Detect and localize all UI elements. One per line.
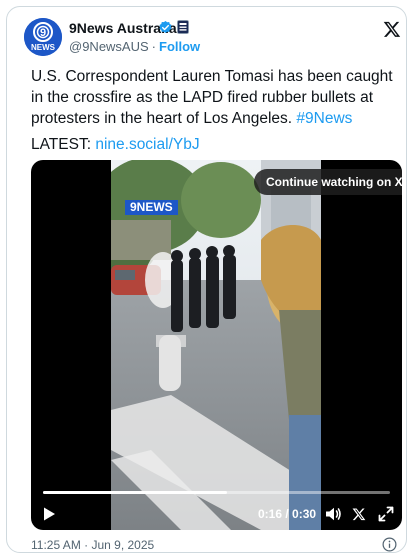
latest-line: LATEST: nine.social/YbJ: [31, 134, 200, 155]
follow-button[interactable]: Follow: [159, 39, 200, 54]
video-channel-logo: 9NEWS: [125, 200, 178, 215]
volume-icon[interactable]: [325, 506, 342, 522]
latest-label: LATEST:: [31, 136, 96, 153]
continue-watching-button[interactable]: Continue watching on X: [254, 169, 402, 195]
handle-row: @9NewsAUS · Follow: [69, 39, 200, 54]
video-progress-bar[interactable]: [43, 491, 390, 494]
x-logo-icon[interactable]: [383, 20, 401, 38]
author-handle[interactable]: @9NewsAUS: [69, 39, 149, 54]
expand-icon[interactable]: [378, 506, 394, 522]
latest-link[interactable]: nine.social/YbJ: [95, 136, 199, 153]
tweet-timestamp[interactable]: 11:25 AM · Jun 9, 2025: [31, 538, 154, 552]
video-frame: [111, 160, 321, 530]
video-time: 0:16 / 0:30: [258, 507, 317, 521]
info-icon[interactable]: [382, 537, 397, 552]
avatar-logo-number: 9: [40, 27, 46, 39]
play-icon[interactable]: [41, 506, 57, 522]
separator-dot: ·: [151, 39, 157, 54]
hashtag-link[interactable]: #9News: [296, 110, 352, 127]
video-player[interactable]: 9NEWS Continue watching on X 0:16 / 0:30: [31, 160, 402, 530]
affiliate-badge-icon: [177, 20, 189, 34]
tweet-card[interactable]: 9 NEWS 9News Australia @9NewsAUS · Follow …: [6, 6, 407, 553]
tweet-text: U.S. Correspondent Lauren Tomasi has bee…: [31, 66, 403, 129]
avatar[interactable]: 9 NEWS: [24, 18, 62, 56]
x-icon[interactable]: [352, 507, 366, 521]
video-progress-fill: [43, 491, 227, 494]
verified-badge-icon: [159, 20, 172, 33]
avatar-logo-text: NEWS: [31, 43, 56, 52]
